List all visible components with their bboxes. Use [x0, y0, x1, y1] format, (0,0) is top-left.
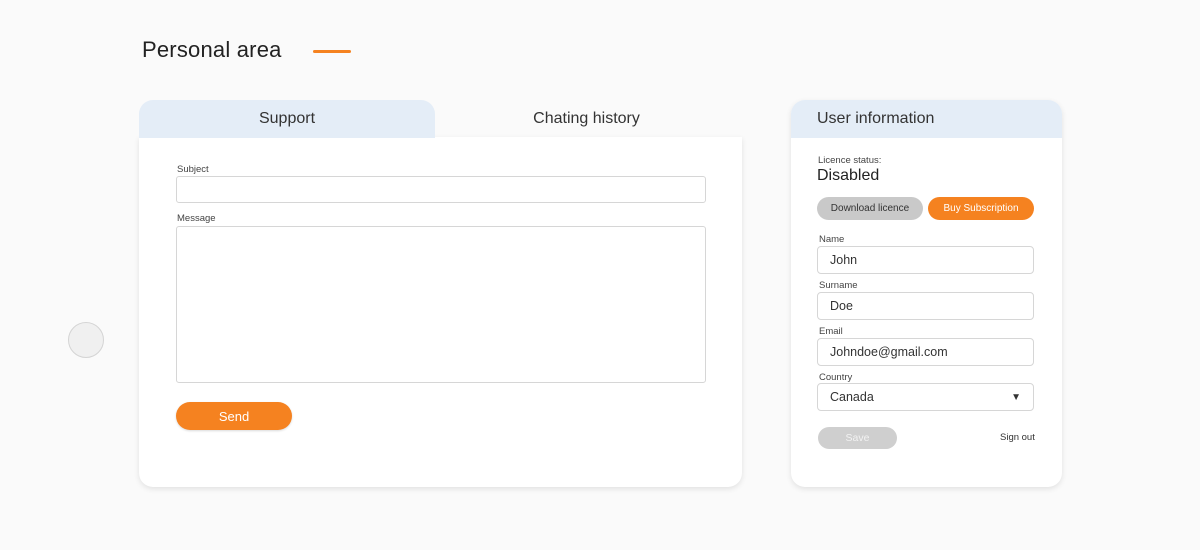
subject-input[interactable]	[176, 176, 706, 203]
sign-out-link[interactable]: Sign out	[1000, 432, 1035, 443]
message-label: Message	[177, 213, 216, 224]
email-label: Email	[819, 326, 843, 337]
download-licence-button[interactable]: Download licence	[817, 197, 923, 220]
personal-area-page: Personal area Support Chating history Su…	[0, 0, 1200, 550]
email-input[interactable]	[817, 338, 1034, 366]
name-input[interactable]	[817, 246, 1034, 274]
send-button[interactable]: Send	[176, 402, 292, 430]
licence-status-value: Disabled	[817, 167, 880, 184]
chevron-down-icon: ▼	[1011, 391, 1021, 403]
name-label: Name	[819, 234, 845, 245]
licence-status-label: Licence status:	[818, 155, 882, 166]
message-textarea[interactable]	[176, 226, 706, 383]
user-information-title: User information	[791, 100, 1062, 138]
save-button[interactable]: Save	[818, 427, 897, 449]
subject-label: Subject	[177, 164, 209, 175]
buy-subscription-button[interactable]: Buy Subscription	[928, 197, 1034, 220]
page-title: Personal area	[142, 37, 282, 62]
country-select[interactable]: Canada ▼	[817, 383, 1034, 411]
title-accent-line	[313, 50, 351, 53]
country-label: Country	[819, 372, 853, 383]
tab-chating-history[interactable]: Chating history	[435, 100, 738, 138]
country-selected-value: Canada	[830, 390, 874, 404]
tab-support[interactable]: Support	[139, 100, 435, 138]
surname-input[interactable]	[817, 292, 1034, 320]
surname-label: Surname	[819, 280, 858, 291]
side-circle-button[interactable]	[68, 322, 104, 358]
